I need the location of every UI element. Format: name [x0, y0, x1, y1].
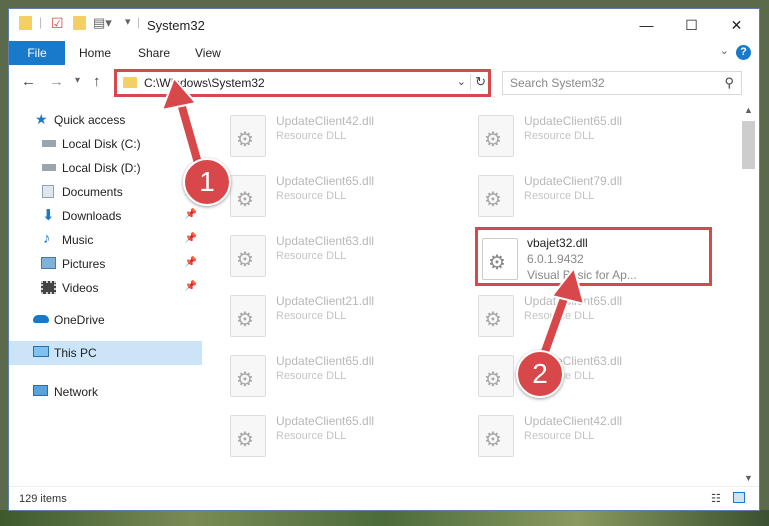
arrow-2 [536, 265, 586, 366]
arrow-1 [160, 76, 206, 176]
step-badge-2: 2 [516, 350, 564, 398]
annotation-overlay [160, 76, 586, 366]
step-badge-1: 1 [183, 158, 231, 206]
